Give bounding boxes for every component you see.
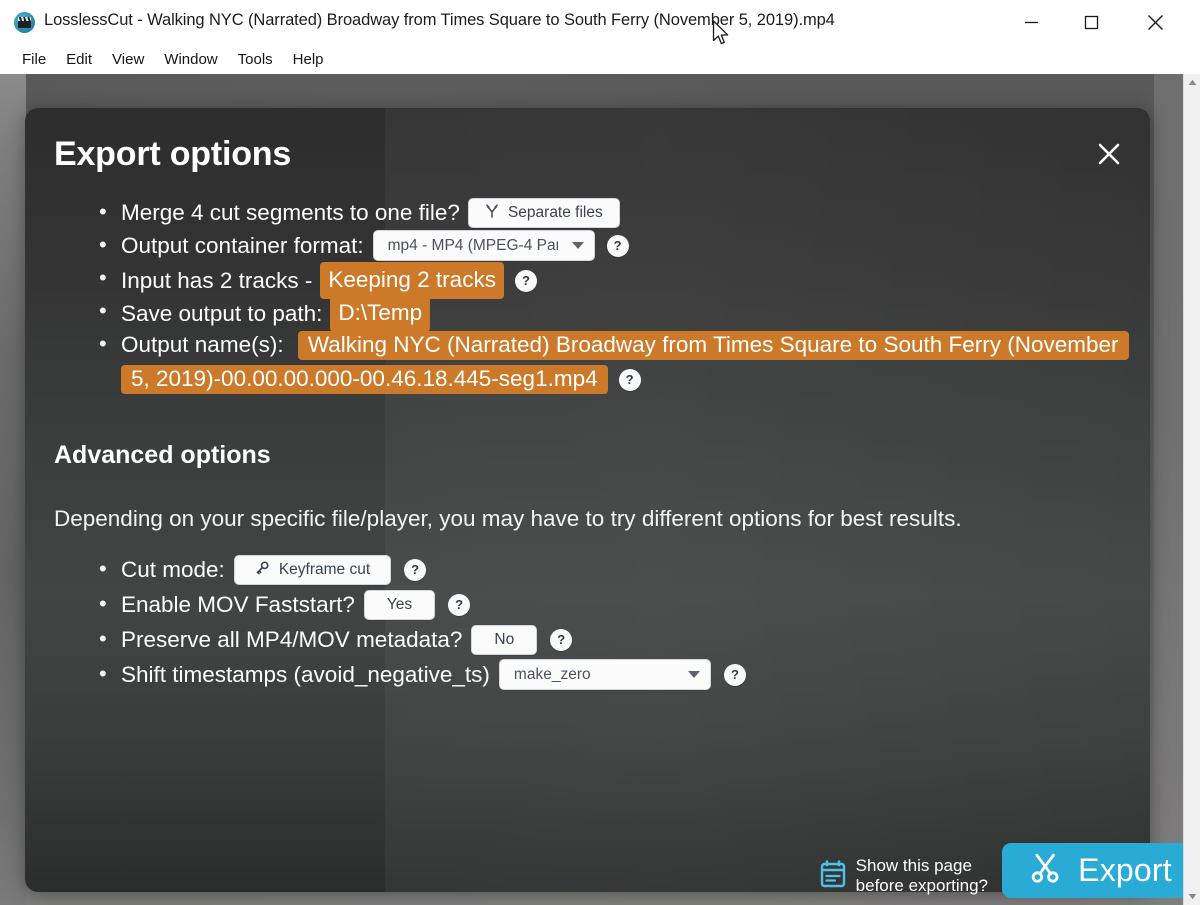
tracks-help-icon[interactable]: ? bbox=[515, 270, 537, 292]
chevron-down-icon bbox=[572, 242, 584, 249]
shift-timestamps-label: Shift timestamps (avoid_negative_ts) bbox=[121, 658, 490, 691]
menu-item-help[interactable]: Help bbox=[283, 49, 334, 70]
backdrop-left-band bbox=[0, 74, 26, 905]
menu-item-edit[interactable]: Edit bbox=[56, 49, 102, 70]
output-names-help-icon[interactable]: ? bbox=[619, 369, 641, 391]
show-before-export-toggle[interactable]: Show this page before exporting? bbox=[820, 856, 988, 896]
menubar: File Edit View Window Tools Help bbox=[0, 44, 1200, 74]
menu-item-view[interactable]: View bbox=[102, 49, 154, 70]
advanced-options-list: Cut mode: Keyframe cut ? bbox=[95, 553, 1135, 693]
container-format-label: Output container format: bbox=[121, 229, 364, 262]
tracks-label: Input has 2 tracks - bbox=[121, 264, 312, 297]
cut-mode-label: Cut mode: bbox=[121, 553, 225, 586]
window-titlebar: LosslessCut - Walking NYC (Narrated) Bro… bbox=[0, 0, 1200, 44]
output-names-label: Output name(s): bbox=[121, 332, 284, 357]
menu-item-tools[interactable]: Tools bbox=[228, 49, 283, 70]
faststart-label: Enable MOV Faststart? bbox=[121, 588, 355, 621]
option-container-format: Output container format: mp4 - MP4 (MPEG… bbox=[95, 229, 1135, 262]
chevron-down-icon bbox=[688, 671, 700, 678]
clapperboard-icon bbox=[14, 12, 35, 33]
show-before-export-line2: before exporting? bbox=[856, 876, 988, 896]
cut-mode-help-icon[interactable]: ? bbox=[404, 559, 426, 581]
app-body: Export options Merge 4 cut segments to o… bbox=[0, 74, 1200, 905]
container-format-help-icon[interactable]: ? bbox=[607, 235, 629, 257]
container-format-select[interactable]: mp4 - MP4 (MPEG-4 Part 14) bbox=[373, 230, 595, 261]
option-tracks: Input has 2 tracks - Keeping 2 tracks ? bbox=[95, 262, 1135, 295]
separate-files-label: Separate files bbox=[508, 205, 603, 221]
cut-mode-value: Keyframe cut bbox=[279, 562, 370, 578]
advanced-options-description: Depending on your specific file/player, … bbox=[54, 506, 962, 532]
output-path-label: Save output to path: bbox=[121, 297, 322, 330]
advanced-options-heading: Advanced options bbox=[54, 441, 271, 470]
option-cut-mode: Cut mode: Keyframe cut ? bbox=[95, 553, 1135, 587]
shift-timestamps-value: make_zero bbox=[514, 659, 591, 690]
primary-options-list: Merge 4 cut segments to one file? Separa… bbox=[95, 196, 1135, 396]
faststart-help-icon[interactable]: ? bbox=[448, 594, 470, 616]
vertical-scrollbar[interactable] bbox=[1183, 74, 1200, 905]
option-output-path: Save output to path: D:\Temp bbox=[95, 295, 1135, 328]
metadata-value: No bbox=[494, 632, 514, 648]
export-button-label: Export bbox=[1078, 852, 1172, 889]
faststart-button[interactable]: Yes bbox=[364, 590, 435, 620]
maximize-icon[interactable] bbox=[1068, 0, 1114, 44]
scissors-icon bbox=[1030, 851, 1064, 890]
menu-item-window[interactable]: Window bbox=[154, 49, 227, 70]
minimize-icon[interactable] bbox=[1008, 0, 1054, 44]
metadata-label: Preserve all MP4/MOV metadata? bbox=[121, 623, 462, 656]
key-icon bbox=[255, 560, 270, 579]
output-path-value[interactable]: D:\Temp bbox=[330, 295, 430, 332]
faststart-value: Yes bbox=[387, 597, 412, 613]
option-merge-segments: Merge 4 cut segments to one file? Separa… bbox=[95, 196, 1135, 229]
window-title: LosslessCut - Walking NYC (Narrated) Bro… bbox=[44, 11, 835, 30]
shift-timestamps-select[interactable]: make_zero bbox=[499, 659, 711, 690]
metadata-button[interactable]: No bbox=[471, 625, 537, 655]
show-before-export-line1: Show this page bbox=[856, 856, 988, 876]
merge-label: Merge 4 cut segments to one file? bbox=[121, 196, 460, 229]
chevron-down-icon[interactable] bbox=[1184, 888, 1200, 905]
option-shift-timestamps: Shift timestamps (avoid_negative_ts) mak… bbox=[95, 658, 1135, 692]
container-format-value: mp4 - MP4 (MPEG-4 Part 14) bbox=[388, 230, 558, 261]
export-options-dialog: Export options Merge 4 cut segments to o… bbox=[25, 108, 1150, 892]
shift-timestamps-help-icon[interactable]: ? bbox=[724, 664, 746, 686]
fork-branch-icon bbox=[485, 204, 499, 222]
page-title: Export options bbox=[54, 135, 291, 174]
close-icon[interactable] bbox=[1132, 0, 1178, 44]
metadata-help-icon[interactable]: ? bbox=[550, 629, 572, 651]
chevron-up-icon[interactable] bbox=[1184, 74, 1200, 91]
close-icon[interactable] bbox=[1091, 136, 1127, 172]
calendar-icon bbox=[820, 860, 846, 893]
option-output-names: Output name(s): Walking NYC (Narrated) B… bbox=[95, 328, 1135, 396]
menu-item-file[interactable]: File bbox=[12, 49, 56, 70]
option-mov-faststart: Enable MOV Faststart? Yes ? bbox=[95, 588, 1135, 622]
option-preserve-metadata: Preserve all MP4/MOV metadata? No ? bbox=[95, 623, 1135, 657]
export-button[interactable]: Export bbox=[1002, 843, 1200, 898]
tracks-value[interactable]: Keeping 2 tracks bbox=[320, 262, 504, 299]
separate-files-button[interactable]: Separate files bbox=[468, 198, 620, 228]
cut-mode-button[interactable]: Keyframe cut bbox=[234, 555, 391, 585]
